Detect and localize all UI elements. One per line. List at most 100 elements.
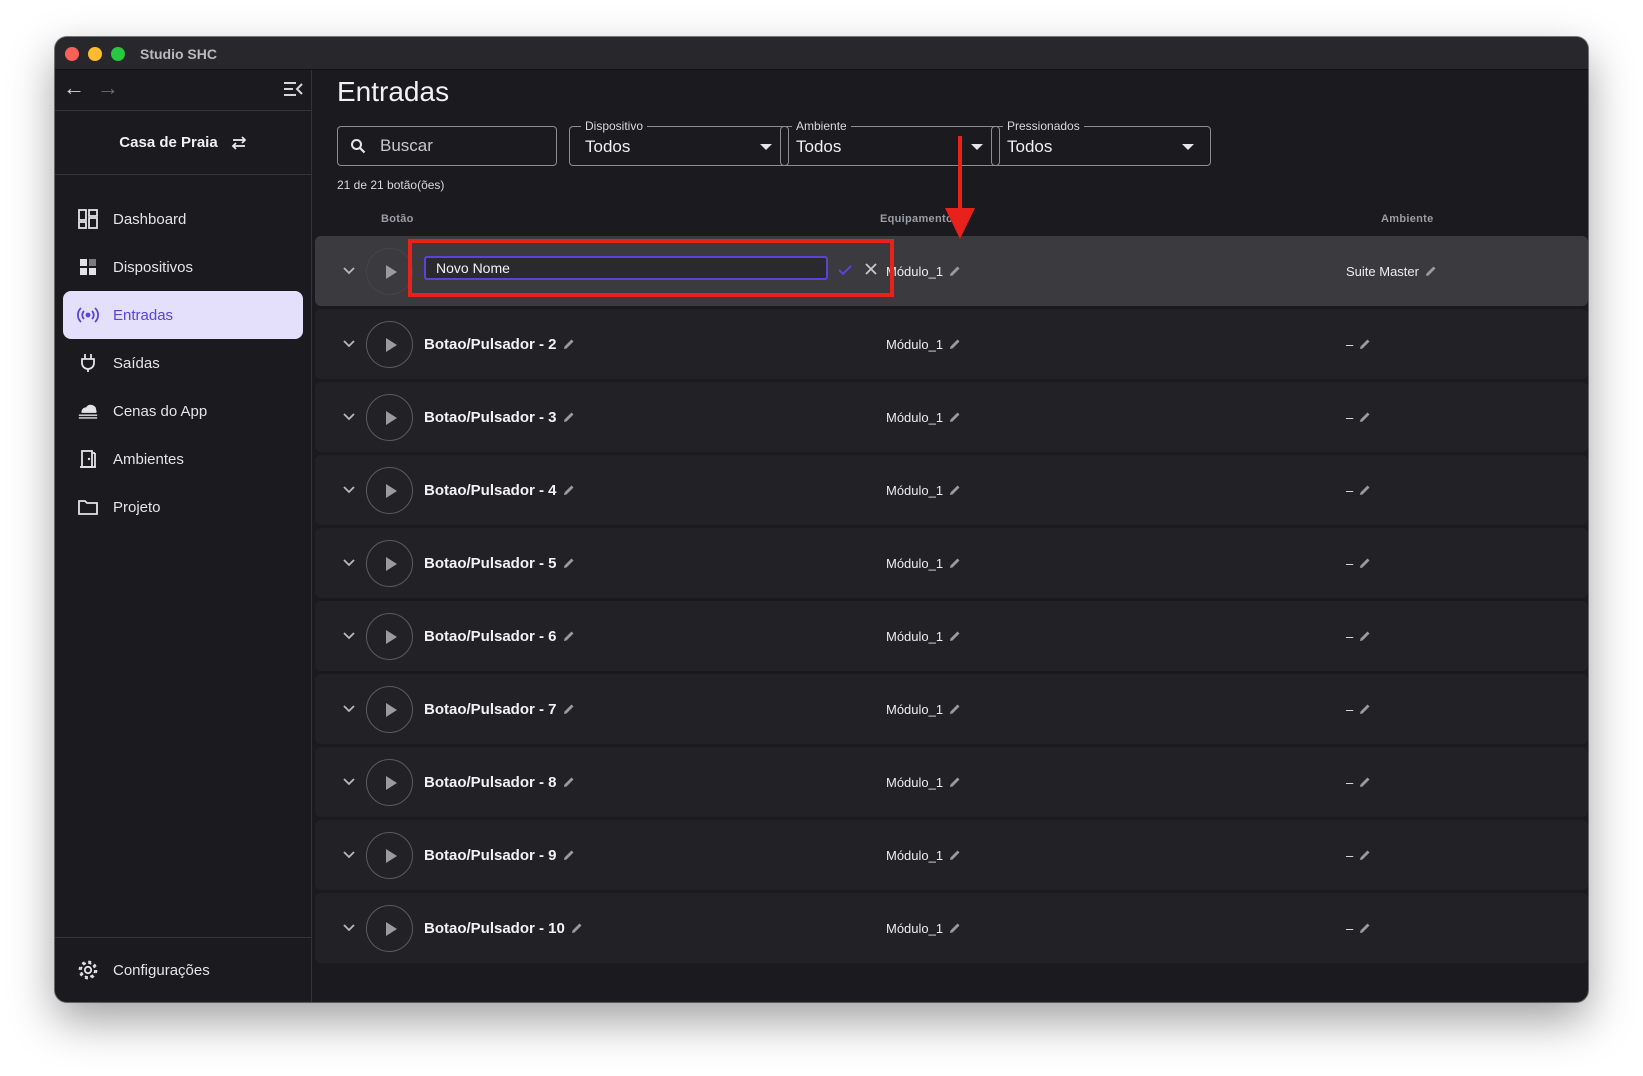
edit-pencil-icon[interactable] [949,411,961,423]
play-button[interactable] [366,759,413,806]
equipment-value: Módulo_1 [886,410,944,425]
table-row[interactable]: Botao/Pulsador - 8 Módulo_1 – [315,747,1588,817]
equipment-value: Módulo_1 [886,702,944,717]
chevron-down-icon[interactable] [341,627,357,643]
edit-pencil-icon[interactable] [1359,703,1371,715]
play-icon [385,556,397,571]
ambiente-value: – [1346,556,1354,571]
chevron-down-icon[interactable] [341,919,357,935]
table-row[interactable]: Botao/Pulsador - 3 Módulo_1 – [315,382,1588,452]
play-button[interactable] [366,613,413,660]
annotation-arrow-icon [945,136,975,239]
edit-pencil-icon[interactable] [1359,849,1371,861]
table-row[interactable]: Botao/Pulsador - 4 Módulo_1 – [315,455,1588,525]
check-icon[interactable] [837,262,853,278]
forward-arrow-icon[interactable]: → [95,75,121,101]
edit-pencil-icon[interactable] [949,776,961,788]
table-row[interactable]: Botao/Pulsador - 6 Módulo_1 – [315,601,1588,671]
edit-pencil-icon[interactable] [563,776,575,788]
column-header-ambiente: Ambiente [1381,213,1434,225]
table-row[interactable]: Botao/Pulsador - 9 Módulo_1 – [315,820,1588,890]
dispositivo-filter[interactable]: Dispositivo Todos [569,119,789,166]
play-button[interactable] [366,686,413,733]
edit-pencil-icon[interactable] [563,849,575,861]
chevron-down-icon[interactable] [341,481,357,497]
sidebar-item-dashboard[interactable]: Dashboard [63,195,303,243]
button-name-cell: Botao/Pulsador - 7 [424,701,575,718]
edit-pencil-icon[interactable] [1359,776,1371,788]
chevron-down-icon[interactable] [341,262,357,278]
play-button[interactable] [366,467,413,514]
sidebar-item-entradas[interactable]: Entradas [63,291,303,339]
close-window-button[interactable] [65,47,79,61]
ambiente-value: – [1346,410,1354,425]
close-icon[interactable] [864,262,878,276]
equipment-cell: Módulo_1 [886,921,961,936]
chevron-down-icon[interactable] [341,773,357,789]
folder-icon [77,496,99,518]
edit-pencil-icon[interactable] [1359,338,1371,350]
edit-pencil-icon[interactable] [1425,265,1437,277]
edit-pencil-icon[interactable] [949,630,961,642]
table-row[interactable]: Botao/Pulsador - 10 Módulo_1 – [315,893,1588,963]
edit-pencil-icon[interactable] [563,703,575,715]
maximize-window-button[interactable] [111,47,125,61]
table-row[interactable]: Botao/Pulsador - 7 Módulo_1 – [315,674,1588,744]
edit-pencil-icon[interactable] [1359,557,1371,569]
sidebar-item-ambientes[interactable]: Ambientes [63,435,303,483]
chevron-down-icon[interactable] [341,846,357,862]
app-window: Studio SHC ← → Casa de Praia Dashboard D… [55,37,1588,1002]
edit-pencil-icon[interactable] [563,411,575,423]
play-button[interactable] [366,540,413,587]
table-row[interactable]: Botao/Pulsador - 2 Módulo_1 – [315,309,1588,379]
search-field[interactable] [337,126,557,166]
plug-icon [77,352,99,374]
edit-pencil-icon[interactable] [563,338,575,350]
sidebar-item-configuracoes[interactable]: Configurações [63,946,303,994]
gear-icon [77,959,99,981]
sidebar-item-cenas-do-app[interactable]: Cenas do App [63,387,303,435]
search-input[interactable] [380,136,540,156]
edit-pencil-icon[interactable] [949,265,961,277]
collapse-sidebar-icon[interactable] [282,78,304,100]
edit-pencil-icon[interactable] [949,703,961,715]
chevron-down-icon[interactable] [341,335,357,351]
pressionados-filter[interactable]: Pressionados Todos [991,119,1211,166]
rename-input[interactable] [424,256,828,280]
sidebar-item-dispositivos[interactable]: Dispositivos [63,243,303,291]
play-button[interactable] [366,905,413,952]
edit-pencil-icon[interactable] [563,484,575,496]
chevron-down-icon[interactable] [341,700,357,716]
edit-pencil-icon[interactable] [563,630,575,642]
sidebar-item-projeto[interactable]: Projeto [63,483,303,531]
table-row[interactable]: Botao/Pulsador - 5 Módulo_1 – [315,528,1588,598]
button-name-cell: Botao/Pulsador - 5 [424,555,575,572]
edit-pencil-icon[interactable] [949,557,961,569]
chevron-down-icon[interactable] [341,408,357,424]
edit-pencil-icon[interactable] [1359,411,1371,423]
button-name-cell: Botao/Pulsador - 3 [424,409,575,426]
sidebar-item-label: Saídas [113,354,160,372]
chevron-down-icon[interactable] [341,554,357,570]
edit-pencil-icon[interactable] [571,922,583,934]
play-button[interactable] [366,394,413,441]
sidebar-item-saidas[interactable]: Saídas [63,339,303,387]
edit-pencil-icon[interactable] [1359,484,1371,496]
edit-pencil-icon[interactable] [949,922,961,934]
play-button[interactable] [366,321,413,368]
button-name: Botao/Pulsador - 9 [424,847,557,864]
back-arrow-icon[interactable]: ← [61,75,87,101]
edit-pencil-icon[interactable] [563,557,575,569]
edit-pencil-icon[interactable] [949,338,961,350]
play-icon [385,921,397,936]
play-button[interactable] [366,248,413,295]
edit-pencil-icon[interactable] [949,484,961,496]
project-switcher[interactable]: Casa de Praia [55,111,312,175]
button-name-cell: Botao/Pulsador - 2 [424,336,575,353]
table-row-editing[interactable]: Módulo_1 Suite Master [315,236,1588,306]
edit-pencil-icon[interactable] [949,849,961,861]
play-button[interactable] [366,832,413,879]
edit-pencil-icon[interactable] [1359,922,1371,934]
minimize-window-button[interactable] [88,47,102,61]
edit-pencil-icon[interactable] [1359,630,1371,642]
